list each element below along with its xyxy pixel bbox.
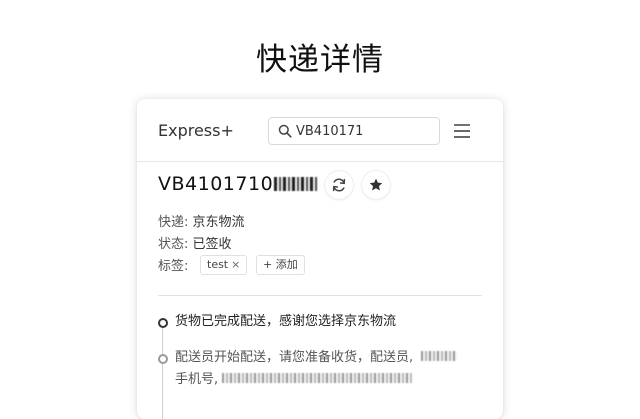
search-box[interactable] <box>268 117 440 145</box>
refresh-icon <box>332 178 346 192</box>
tracking-number: VB4101710 <box>158 173 319 195</box>
card-header: Express+ <box>137 99 503 162</box>
tag-text: test <box>207 258 229 271</box>
hamburger-menu-icon[interactable] <box>453 123 471 139</box>
page-title: 快递详情 <box>256 42 384 78</box>
timeline-item: 配送员开始配送，请您准备收货，配送员, 手机号, <box>175 347 485 391</box>
tags-row: 标签: test × + 添加 <box>158 255 305 275</box>
refresh-button[interactable] <box>325 171 353 199</box>
timeline-dot <box>158 354 168 364</box>
timeline-line <box>162 327 163 419</box>
status-label: 状态: <box>158 237 189 252</box>
search-icon <box>278 124 292 138</box>
status-row: 状态: 已签收 <box>158 233 232 252</box>
courier-row: 快递: 京东物流 <box>158 211 245 230</box>
courier-label: 快递: <box>158 215 189 230</box>
divider <box>158 295 482 296</box>
courier-value: 京东物流 <box>192 215 245 230</box>
timeline-item-text-line2: 手机号, <box>175 372 219 387</box>
star-icon <box>369 178 383 191</box>
tag-chip[interactable]: test × <box>200 255 248 275</box>
status-value: 已签收 <box>192 237 232 252</box>
tracking-number-text: VB4101710 <box>158 173 274 195</box>
search-input[interactable] <box>296 122 434 140</box>
timeline-item-text-line1: 配送员开始配送，请您准备收货，配送员, <box>175 350 414 365</box>
favorite-button[interactable] <box>362 171 390 199</box>
tag-remove-icon[interactable]: × <box>231 258 240 271</box>
express-card: Express+ VB4101710 快递: 京东物流 <box>137 99 503 419</box>
timeline-item-text: 货物已完成配送，感谢您选择京东物流 <box>175 314 397 329</box>
redacted-courier-name <box>421 351 458 361</box>
tags-label: 标签: <box>158 259 189 274</box>
redacted-tracking-digits <box>274 177 319 191</box>
timeline-item: 货物已完成配送，感谢您选择京东物流 <box>175 311 485 333</box>
redacted-phone-number <box>222 373 413 383</box>
add-tag-button[interactable]: + 添加 <box>256 255 305 275</box>
app-brand: Express+ <box>158 121 234 140</box>
timeline-dot-latest <box>158 318 168 328</box>
